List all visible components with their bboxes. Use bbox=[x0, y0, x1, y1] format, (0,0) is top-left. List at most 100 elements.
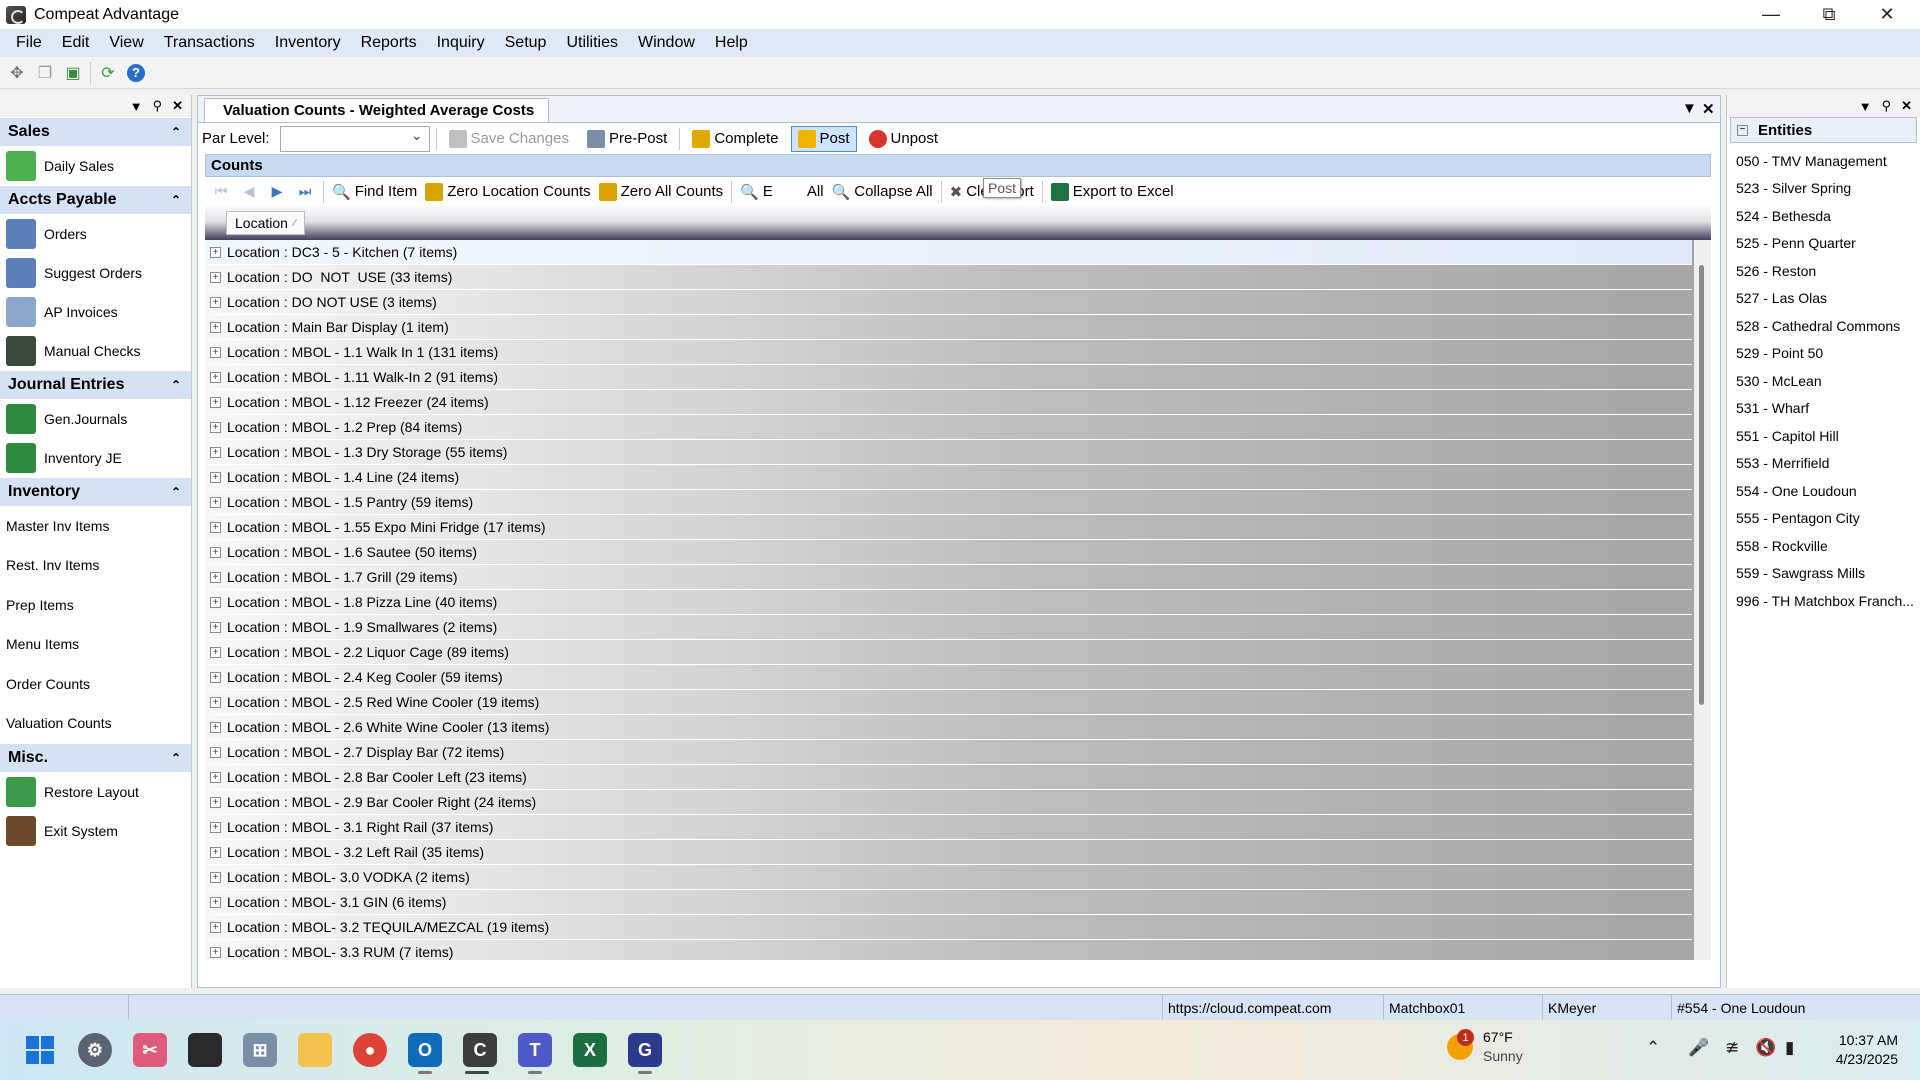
settings-icon[interactable]: ⚙ bbox=[78, 1033, 112, 1067]
expand-row-icon[interactable]: + bbox=[210, 946, 221, 958]
menu-edit[interactable]: Edit bbox=[52, 34, 100, 52]
location-group-row[interactable]: + Location : MBOL - 3.2 Left Rail (35 ite… bbox=[205, 840, 1692, 865]
entity-item[interactable]: 559 - Sawgrass Mills bbox=[1727, 560, 1920, 588]
expand-row-icon[interactable]: + bbox=[210, 471, 221, 483]
first-record-icon[interactable]: ⏮ bbox=[211, 183, 231, 200]
location-group-row[interactable]: + Location : MBOL - 2.8 Bar Cooler Left (… bbox=[205, 765, 1692, 790]
tools-icon[interactable]: ✥ bbox=[6, 62, 28, 84]
expand-row-icon[interactable]: + bbox=[210, 296, 221, 308]
menu-file[interactable]: File bbox=[6, 34, 52, 52]
prev-record-icon[interactable]: ◀ bbox=[239, 183, 259, 200]
minimize-icon[interactable]: — bbox=[1742, 0, 1800, 29]
menu-utilities[interactable]: Utilities bbox=[556, 34, 628, 52]
expand-row-icon[interactable]: + bbox=[210, 721, 221, 733]
expand-row-icon[interactable]: + bbox=[210, 921, 221, 933]
entity-item[interactable]: 551 - Capitol Hill bbox=[1727, 422, 1920, 450]
save-changes-button[interactable]: Save Changes bbox=[443, 127, 575, 151]
expand-row-icon[interactable]: + bbox=[210, 771, 221, 783]
location-group-row[interactable]: + Location : MBOL - 1.7 Grill (29 items) bbox=[205, 565, 1692, 590]
vertical-scrollbar[interactable] bbox=[1694, 240, 1711, 960]
entity-item[interactable]: 528 - Cathedral Commons bbox=[1727, 312, 1920, 340]
entity-item[interactable]: 529 - Point 50 bbox=[1727, 340, 1920, 368]
teams-icon[interactable]: T bbox=[518, 1033, 552, 1067]
nav-item-restore-layout[interactable]: Restore Layout bbox=[0, 772, 191, 811]
entity-item[interactable]: 558 - Rockville bbox=[1727, 532, 1920, 560]
weather-widget[interactable]: 1 67°F Sunny bbox=[1447, 1028, 1523, 1066]
entity-item[interactable]: 526 - Reston bbox=[1727, 257, 1920, 285]
nav-item-menu-items[interactable]: Menu Items bbox=[0, 625, 191, 665]
location-group-row[interactable]: + Location : MBOL - 1.1 Walk In 1 (131 it… bbox=[205, 340, 1692, 365]
zero-location-counts-button[interactable]: Zero Location Counts bbox=[425, 182, 591, 201]
system-clock[interactable]: 10:37 AM 4/23/2025 bbox=[1836, 1031, 1898, 1069]
location-group-row[interactable]: + Location : DO NOT USE (3 items) bbox=[205, 290, 1692, 315]
export-to-excel-button[interactable]: Export to Excel bbox=[1050, 182, 1174, 201]
location-group-row[interactable]: + Location : DC3 - 5 - Kitchen (7 items) bbox=[205, 240, 1692, 265]
collapse-chevron-icon[interactable]: ⌃ bbox=[171, 751, 181, 765]
sticky-notes-icon[interactable] bbox=[188, 1033, 222, 1067]
close-icon[interactable]: ✕ bbox=[1858, 0, 1916, 29]
location-group-row[interactable]: + Location : MBOL - 1.11 Walk-In 2 (91 it… bbox=[205, 365, 1692, 390]
menu-reports[interactable]: Reports bbox=[351, 34, 427, 52]
expand-row-icon[interactable]: + bbox=[210, 696, 221, 708]
entity-item[interactable]: 527 - Las Olas bbox=[1727, 285, 1920, 313]
expand-row-icon[interactable]: + bbox=[210, 596, 221, 608]
group-by-location-chip[interactable]: Location ∕ bbox=[226, 211, 305, 235]
collapse-chevron-icon[interactable]: ⌃ bbox=[171, 378, 181, 392]
nav-item-valuation-counts[interactable]: Valuation Counts bbox=[0, 704, 191, 744]
dropdown-icon[interactable]: ▼ bbox=[130, 99, 143, 114]
nav-item-master-inv-items[interactable]: Master Inv Items bbox=[0, 506, 191, 546]
entity-item[interactable]: 554 - One Loudoun bbox=[1727, 477, 1920, 505]
snipping-tool-icon[interactable]: ✂ bbox=[133, 1033, 167, 1067]
expand-all-button[interactable]: 🔍 E All bbox=[740, 183, 823, 201]
next-record-icon[interactable]: ▶ bbox=[267, 183, 287, 200]
nav-item-suggest-orders[interactable]: Suggest Orders bbox=[0, 253, 191, 292]
pin-icon[interactable]: ⚲ bbox=[153, 98, 163, 114]
location-group-row[interactable]: + Location : DO NOT USE (33 items) bbox=[205, 265, 1692, 290]
collapse-chevron-icon[interactable]: ⌃ bbox=[171, 193, 181, 207]
entities-header[interactable]: − Entities bbox=[1730, 117, 1917, 143]
outlook-icon[interactable]: O bbox=[408, 1033, 442, 1067]
menu-inventory[interactable]: Inventory bbox=[265, 34, 351, 52]
scrollbar-thumb[interactable] bbox=[1699, 265, 1704, 705]
expand-row-icon[interactable]: + bbox=[210, 896, 221, 908]
entity-item[interactable]: 555 - Pentagon City bbox=[1727, 505, 1920, 533]
expand-row-icon[interactable]: + bbox=[210, 546, 221, 558]
panel-close-icon[interactable]: ✕ bbox=[1901, 98, 1912, 114]
location-group-row[interactable]: + Location : MBOL - 2.7 Display Bar (72 i… bbox=[205, 740, 1692, 765]
expand-row-icon[interactable]: + bbox=[210, 346, 221, 358]
calculator-icon[interactable]: ⊞ bbox=[243, 1033, 277, 1067]
menu-help[interactable]: Help bbox=[705, 34, 758, 52]
collapse-icon[interactable]: − bbox=[1737, 124, 1748, 136]
location-group-row[interactable]: + Location : MBOL - 2.6 White Wine Cooler… bbox=[205, 715, 1692, 740]
expand-row-icon[interactable]: + bbox=[210, 446, 221, 458]
entity-item[interactable]: 050 - TMV Management bbox=[1727, 147, 1920, 175]
expand-row-icon[interactable]: + bbox=[210, 846, 221, 858]
dropdown-icon[interactable]: ▼ bbox=[1859, 99, 1872, 114]
excel-taskbar-icon[interactable]: X bbox=[573, 1033, 607, 1067]
panel-close-icon[interactable]: ✕ bbox=[172, 98, 183, 114]
location-group-row[interactable]: + Location : MBOL - 1.6 Sautee (50 items) bbox=[205, 540, 1692, 565]
location-group-row[interactable]: + Location : MBOL- 3.0 VODKA (2 items) bbox=[205, 865, 1692, 890]
volume-muted-icon[interactable]: 🔇 bbox=[1755, 1038, 1776, 1058]
copy-icon[interactable]: ❐ bbox=[34, 62, 56, 84]
file-explorer-icon[interactable] bbox=[298, 1033, 332, 1067]
expand-row-icon[interactable]: + bbox=[210, 621, 221, 633]
collapse-chevron-icon[interactable]: ⌃ bbox=[171, 125, 181, 139]
battery-icon[interactable]: ▮ bbox=[1785, 1038, 1794, 1058]
expand-row-icon[interactable]: + bbox=[210, 321, 221, 333]
location-group-row[interactable]: + Location : MBOL - 2.2 Liquor Cage (89 i… bbox=[205, 640, 1692, 665]
menu-transactions[interactable]: Transactions bbox=[154, 34, 265, 52]
restore-icon[interactable]: ⧉ bbox=[1800, 0, 1858, 29]
expand-row-icon[interactable]: + bbox=[210, 246, 221, 258]
nav-item-gen-journals[interactable]: Gen.Journals bbox=[0, 399, 191, 438]
unpost-button[interactable]: Unpost bbox=[863, 127, 945, 151]
location-group-row[interactable]: + Location : MBOL - 1.9 Smallwares (2 ite… bbox=[205, 615, 1692, 640]
tab-dropdown-icon[interactable]: ▼ bbox=[1682, 100, 1697, 117]
wifi-icon[interactable]: ≇ bbox=[1725, 1038, 1739, 1058]
compeat-taskbar-icon[interactable]: C bbox=[463, 1033, 497, 1067]
expand-row-icon[interactable]: + bbox=[210, 671, 221, 683]
location-group-row[interactable]: + Location : MBOL - 1.2 Prep (84 items) bbox=[205, 415, 1692, 440]
nav-item-inventory-je[interactable]: Inventory JE bbox=[0, 438, 191, 477]
expand-row-icon[interactable]: + bbox=[210, 871, 221, 883]
entity-item[interactable]: 530 - McLean bbox=[1727, 367, 1920, 395]
